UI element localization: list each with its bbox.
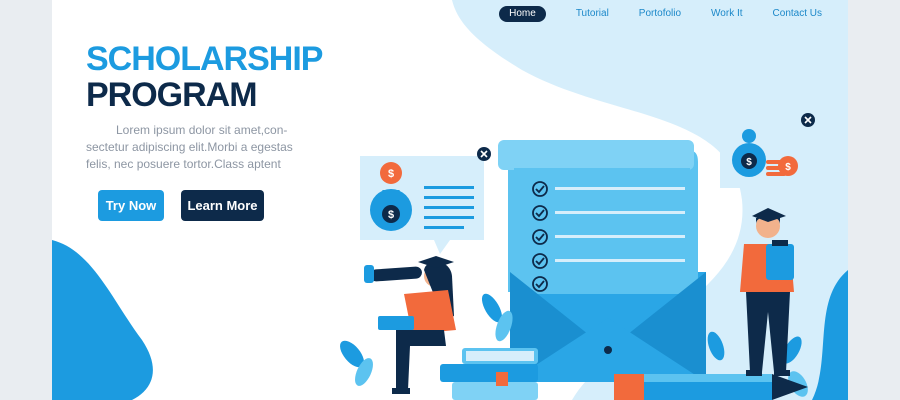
money-card-right: $ $ (720, 113, 815, 200)
svg-text:$: $ (388, 168, 394, 180)
svg-text:$: $ (388, 209, 394, 221)
money-card-left: $ $ (360, 147, 491, 254)
book-stack (440, 348, 538, 400)
laptop-icon (378, 316, 414, 330)
envelope-letter (498, 140, 706, 382)
right-margin (848, 0, 900, 400)
scholarship-illustration: $ $ $ $ (340, 113, 815, 400)
telescope-icon (370, 266, 422, 282)
student-boy (740, 208, 794, 376)
graduation-cap-icon (418, 256, 454, 268)
svg-text:$: $ (746, 157, 752, 168)
svg-text:$: $ (785, 162, 791, 173)
clipboard-icon (766, 244, 794, 280)
left-margin (0, 0, 52, 400)
pencil (614, 374, 808, 400)
landing-page: Home Tutorial Portofolio Work It Contact… (52, 0, 848, 400)
